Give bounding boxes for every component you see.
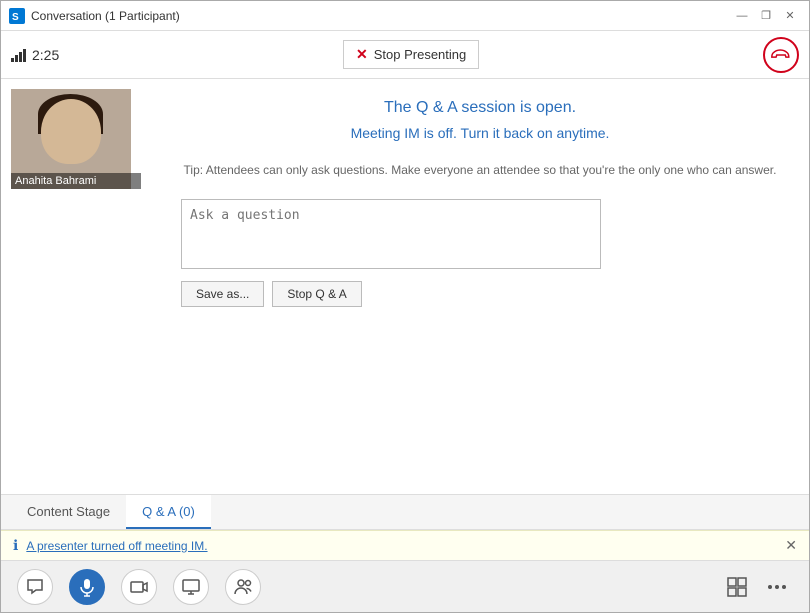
bar1 (11, 58, 14, 62)
content-area: Anahita Bahrami The Q & A session is ope… (1, 79, 809, 494)
restore-button[interactable]: ❐ (755, 5, 777, 27)
bottom-bar (1, 560, 809, 612)
participants-button[interactable] (225, 569, 261, 605)
info-message[interactable]: A presenter turned off meeting IM. (26, 539, 777, 553)
info-close-button[interactable]: ✕ (785, 537, 797, 554)
tip-text: Tip: Attendees can only ask questions. M… (181, 161, 779, 179)
chat-icon (25, 577, 45, 597)
stop-presenting-label: Stop Presenting (374, 47, 467, 62)
participants-icon (233, 577, 253, 597)
stop-presenting-button[interactable]: ✕ Stop Presenting (343, 40, 479, 69)
qa-panel: The Q & A session is open. Meeting IM is… (151, 79, 809, 494)
tab-qa[interactable]: Q & A (0) (126, 495, 211, 529)
tab-content-stage[interactable]: Content Stage (11, 495, 126, 529)
avatar-face (41, 99, 101, 164)
microphone-icon (77, 577, 97, 597)
qa-open-title: The Q & A session is open. (181, 99, 779, 117)
left-panel: Anahita Bahrami (1, 79, 151, 494)
im-off-message: Meeting IM is off. Turn it back on anyti… (181, 125, 779, 141)
bottom-left-controls (17, 569, 261, 605)
bottom-right-controls (721, 571, 793, 603)
save-as-button[interactable]: Save as... (181, 281, 264, 307)
close-button[interactable]: ✕ (779, 5, 801, 27)
question-input[interactable] (181, 199, 601, 269)
main-window: S Conversation (1 Participant) — ❐ ✕ 2:2… (0, 0, 810, 613)
avatar-card: Anahita Bahrami (11, 89, 141, 189)
app-icon: S (9, 8, 25, 24)
action-buttons: Save as... Stop Q & A (181, 281, 779, 307)
svg-text:S: S (12, 12, 19, 23)
stop-qa-button[interactable]: Stop Q & A (272, 281, 361, 307)
camera-icon (129, 577, 149, 597)
video-button[interactable] (121, 569, 157, 605)
layout-icon (726, 576, 748, 598)
layout-button[interactable] (721, 571, 753, 603)
end-call-button[interactable] (763, 37, 799, 73)
window-controls: — ❐ ✕ (731, 5, 801, 27)
more-icon (766, 576, 788, 598)
bar3 (19, 52, 22, 62)
bar4 (23, 49, 26, 62)
x-icon: ✕ (356, 46, 368, 63)
toolbar: 2:25 ✕ Stop Presenting (1, 31, 809, 79)
more-options-button[interactable] (761, 571, 793, 603)
screen-share-icon (181, 577, 201, 597)
screen-share-button[interactable] (173, 569, 209, 605)
phone-icon (771, 45, 791, 65)
signal-time: 2:25 (11, 47, 59, 63)
info-bar: ℹ A presenter turned off meeting IM. ✕ (1, 530, 809, 560)
signal-bars (11, 48, 26, 62)
chat-button[interactable] (17, 569, 53, 605)
minimize-button[interactable]: — (731, 5, 753, 27)
call-timer: 2:25 (32, 47, 59, 63)
window-title: Conversation (1 Participant) (31, 9, 731, 23)
title-bar: S Conversation (1 Participant) — ❐ ✕ (1, 1, 809, 31)
tab-bar: Content Stage Q & A (0) (1, 494, 809, 530)
audio-button[interactable] (69, 569, 105, 605)
avatar-name: Anahita Bahrami (11, 173, 141, 189)
bar2 (15, 55, 18, 62)
info-icon: ℹ (13, 537, 18, 554)
